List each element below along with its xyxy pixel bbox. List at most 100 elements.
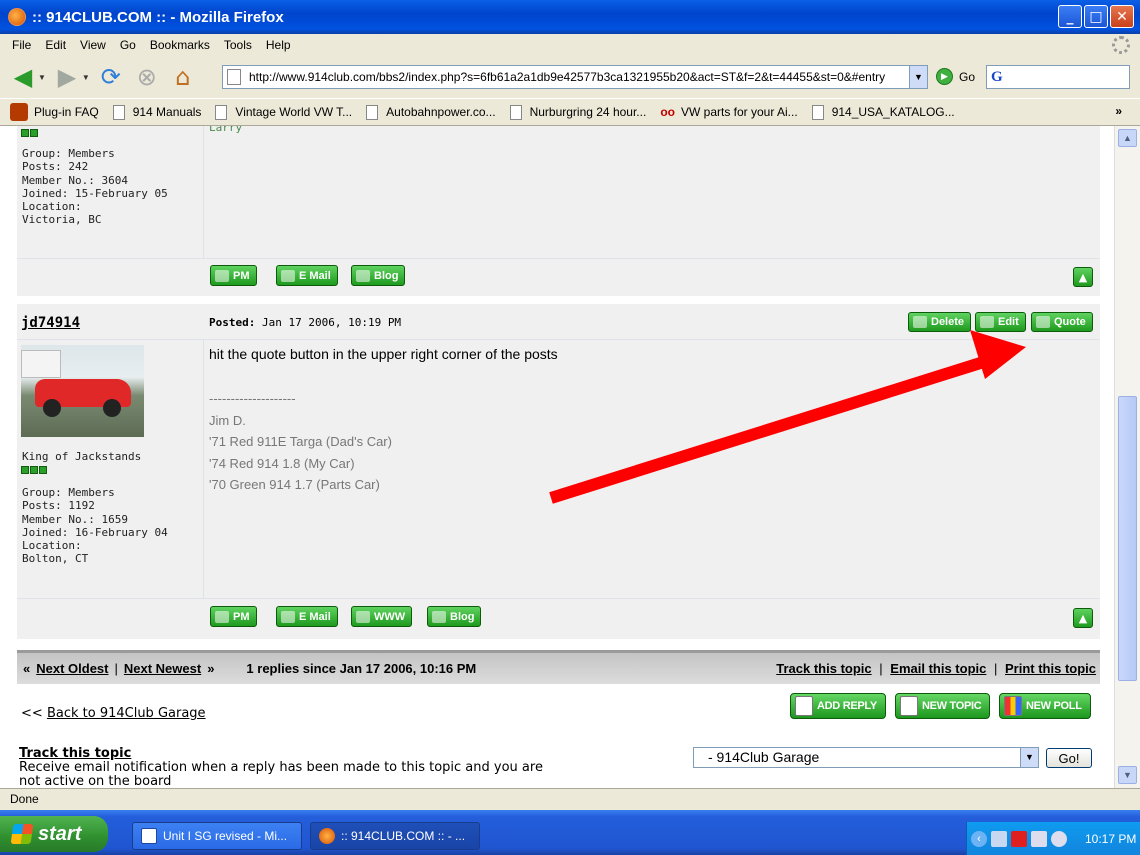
new-topic-button[interactable]: NEW TOPIC — [895, 693, 991, 719]
pm-button[interactable]: PM — [210, 265, 257, 286]
delete-button[interactable]: Delete — [908, 312, 972, 332]
next-newest-link[interactable]: Next Newest — [124, 661, 201, 676]
quote-icon — [1036, 316, 1050, 328]
start-label: start — [38, 822, 82, 845]
home-icon[interactable]: ⌂ — [168, 62, 198, 92]
new-poll-button[interactable]: NEW POLL — [999, 693, 1091, 719]
forum-go-button[interactable]: Go! — [1046, 748, 1092, 768]
task-word-document[interactable]: Unit I SG revised - Mi... — [132, 822, 302, 850]
scroll-down-icon[interactable]: ▼ — [1118, 766, 1137, 784]
new-poll-icon — [1004, 696, 1022, 716]
back-to-forum-link[interactable]: Back to 914Club Garage — [47, 706, 206, 721]
forward-arrow-icon[interactable]: ▶ — [52, 62, 82, 92]
plugin-faq-icon — [10, 103, 28, 121]
window-title: :: 914CLUB.COM :: - Mozilla Firefox — [32, 8, 284, 26]
bookmark-914-manuals[interactable]: 914 Manuals — [112, 104, 201, 120]
edit-button[interactable]: Edit — [975, 312, 1026, 332]
back-to-top-icon[interactable]: ▲ — [1073, 608, 1093, 628]
scroll-thumb[interactable] — [1118, 396, 1137, 681]
maximize-button[interactable]: □ — [1084, 5, 1108, 28]
search-box[interactable]: G — [986, 65, 1130, 89]
network-icon[interactable] — [991, 830, 1007, 847]
www-button[interactable]: WWW — [351, 606, 413, 627]
member-posts: Posts: 242 — [22, 160, 89, 174]
print-topic-link[interactable]: Print this topic — [1005, 661, 1096, 676]
track-topic-description-2: not active on the board — [19, 774, 172, 789]
go-button[interactable]: ▶ Go — [936, 68, 975, 85]
post-author[interactable]: jd74914 — [21, 315, 80, 331]
quote-button[interactable]: Quote — [1031, 312, 1093, 332]
task-firefox[interactable]: :: 914CLUB.COM :: - ... — [310, 822, 480, 850]
close-button[interactable]: ✕ — [1110, 5, 1134, 28]
minimize-button[interactable]: _ — [1058, 5, 1082, 28]
bookmark-plugin-faq[interactable]: Plug-in FAQ — [10, 103, 99, 121]
separator: | — [993, 661, 998, 676]
stop-icon[interactable]: ⊗ — [132, 62, 162, 92]
bookmark-label: 914_USA_KATALOG... — [831, 105, 955, 119]
bookmarks-more-icon[interactable]: » — [1115, 104, 1122, 118]
start-button[interactable]: start — [0, 816, 108, 852]
menu-help[interactable]: Help — [266, 38, 291, 52]
forward-dropdown-icon[interactable]: ▼ — [82, 73, 90, 82]
pm-button[interactable]: PM — [210, 606, 257, 627]
menu-edit[interactable]: Edit — [45, 38, 66, 52]
url-dropdown-icon[interactable]: ▼ — [909, 66, 927, 88]
add-reply-button[interactable]: ADD REPLY — [790, 693, 886, 719]
page-icon — [227, 69, 241, 85]
signature-line: '71 Red 911E Targa (Dad's Car) — [209, 434, 392, 449]
menu-tools[interactable]: Tools — [224, 38, 252, 52]
track-topic-description: Receive email notification when a reply … — [19, 760, 543, 775]
back-prefix: << — [21, 706, 43, 721]
page-icon — [509, 104, 522, 120]
back-dropdown-icon[interactable]: ▼ — [38, 73, 46, 82]
address-bar[interactable]: http://www.914club.com/bbs2/index.php?s=… — [222, 65, 928, 89]
clock: 10:17 PM — [1085, 831, 1137, 846]
email-button[interactable]: E Mail — [276, 606, 338, 627]
track-topic-link[interactable]: Track this topic — [776, 661, 871, 676]
button-label: Quote — [1054, 316, 1086, 328]
menu-view[interactable]: View — [80, 38, 106, 52]
zonealarm-icon[interactable] — [1011, 830, 1027, 847]
button-label: NEW TOPIC — [922, 700, 982, 712]
page-icon — [112, 104, 125, 120]
menu-bookmarks[interactable]: Bookmarks — [150, 38, 210, 52]
blog-icon — [356, 269, 370, 282]
reload-icon[interactable]: ⟳ — [96, 62, 126, 92]
bookmark-autobahnpower[interactable]: Autobahnpower.co... — [366, 104, 496, 120]
window-titlebar[interactable]: :: 914CLUB.COM :: - Mozilla Firefox _ □ … — [0, 0, 1140, 34]
forum-jump-select[interactable]: - 914Club Garage ▼ — [693, 747, 1039, 768]
bookmark-vw-parts[interactable]: oo VW parts for your Ai... — [660, 105, 797, 119]
blog-button[interactable]: Blog — [427, 606, 482, 627]
signature-line: '70 Green 914 1.7 (Parts Car) — [209, 477, 380, 492]
bookmark-label: VW parts for your Ai... — [680, 105, 798, 119]
member-number: Member No.: 3604 — [22, 173, 128, 187]
next-oldest-link[interactable]: Next Oldest — [36, 661, 108, 676]
scroll-up-icon[interactable]: ▲ — [1118, 129, 1137, 147]
tray-expand-icon[interactable]: ‹ — [971, 830, 987, 847]
delete-icon — [913, 316, 927, 328]
email-button[interactable]: E Mail — [276, 265, 338, 286]
page-icon — [215, 104, 228, 120]
bookmark-914-katalog[interactable]: 914_USA_KATALOG... — [811, 104, 955, 120]
signature-line: -------------------- — [209, 391, 296, 406]
back-arrow-icon[interactable]: ◀ — [8, 62, 38, 92]
email-topic-link[interactable]: Email this topic — [890, 661, 986, 676]
menu-go[interactable]: Go — [120, 38, 136, 52]
button-label: NEW POLL — [1026, 700, 1082, 712]
bookmark-label: Plug-in FAQ — [34, 105, 99, 119]
back-to-top-icon[interactable]: ▲ — [1073, 267, 1093, 287]
chevron-down-icon[interactable]: ▼ — [1020, 748, 1038, 767]
blog-button[interactable]: Blog — [351, 265, 406, 286]
vw-parts-icon: oo — [660, 105, 675, 119]
bookmark-vintage-world[interactable]: Vintage World VW T... — [215, 104, 352, 120]
track-topic-heading[interactable]: Track this topic — [19, 747, 543, 761]
search-icon[interactable] — [1051, 830, 1067, 847]
bookmark-nurburgring[interactable]: Nurburgring 24 hour... — [509, 104, 646, 120]
posted-date: Jan 17 2006, 10:19 PM — [261, 316, 402, 329]
messenger-icon[interactable] — [1031, 830, 1047, 847]
signature-line: Jim D. — [209, 412, 246, 428]
vertical-scrollbar[interactable]: ▲ ▼ — [1114, 126, 1140, 788]
new-topic-icon — [900, 696, 918, 716]
menu-file[interactable]: File — [12, 38, 31, 52]
post-signature: -------------------- Jim D. '71 Red 911E… — [209, 388, 392, 496]
